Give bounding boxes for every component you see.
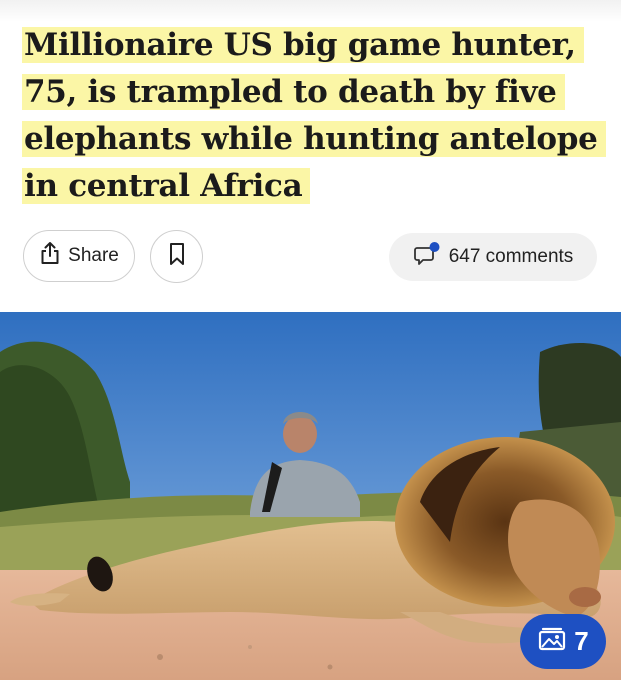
comment-bubble-icon — [413, 241, 441, 273]
photo-gallery-icon — [537, 625, 567, 658]
comments-count: 647 comments — [448, 246, 574, 267]
share-icon — [39, 241, 61, 271]
article-headline: Millionaire US big game hunter, 75, is t… — [22, 22, 612, 210]
headline-line: in central Africa — [22, 168, 311, 204]
headline-line: 75, is trampled to death by five — [22, 74, 565, 110]
share-button[interactable]: Share — [23, 230, 135, 282]
bookmark-icon — [168, 242, 186, 271]
gallery-count: 7 — [574, 626, 589, 656]
headline-line: elephants while hunting antelope — [22, 121, 606, 157]
article-actions: Share 647 comments — [0, 230, 621, 286]
headline-line: Millionaire US big game hunter, — [22, 27, 584, 63]
bookmark-button[interactable] — [150, 230, 203, 283]
comments-button[interactable]: 647 comments — [389, 233, 597, 281]
gallery-count-badge[interactable]: 7 — [520, 614, 606, 669]
share-label: Share — [68, 245, 119, 266]
top-fade — [0, 0, 621, 22]
